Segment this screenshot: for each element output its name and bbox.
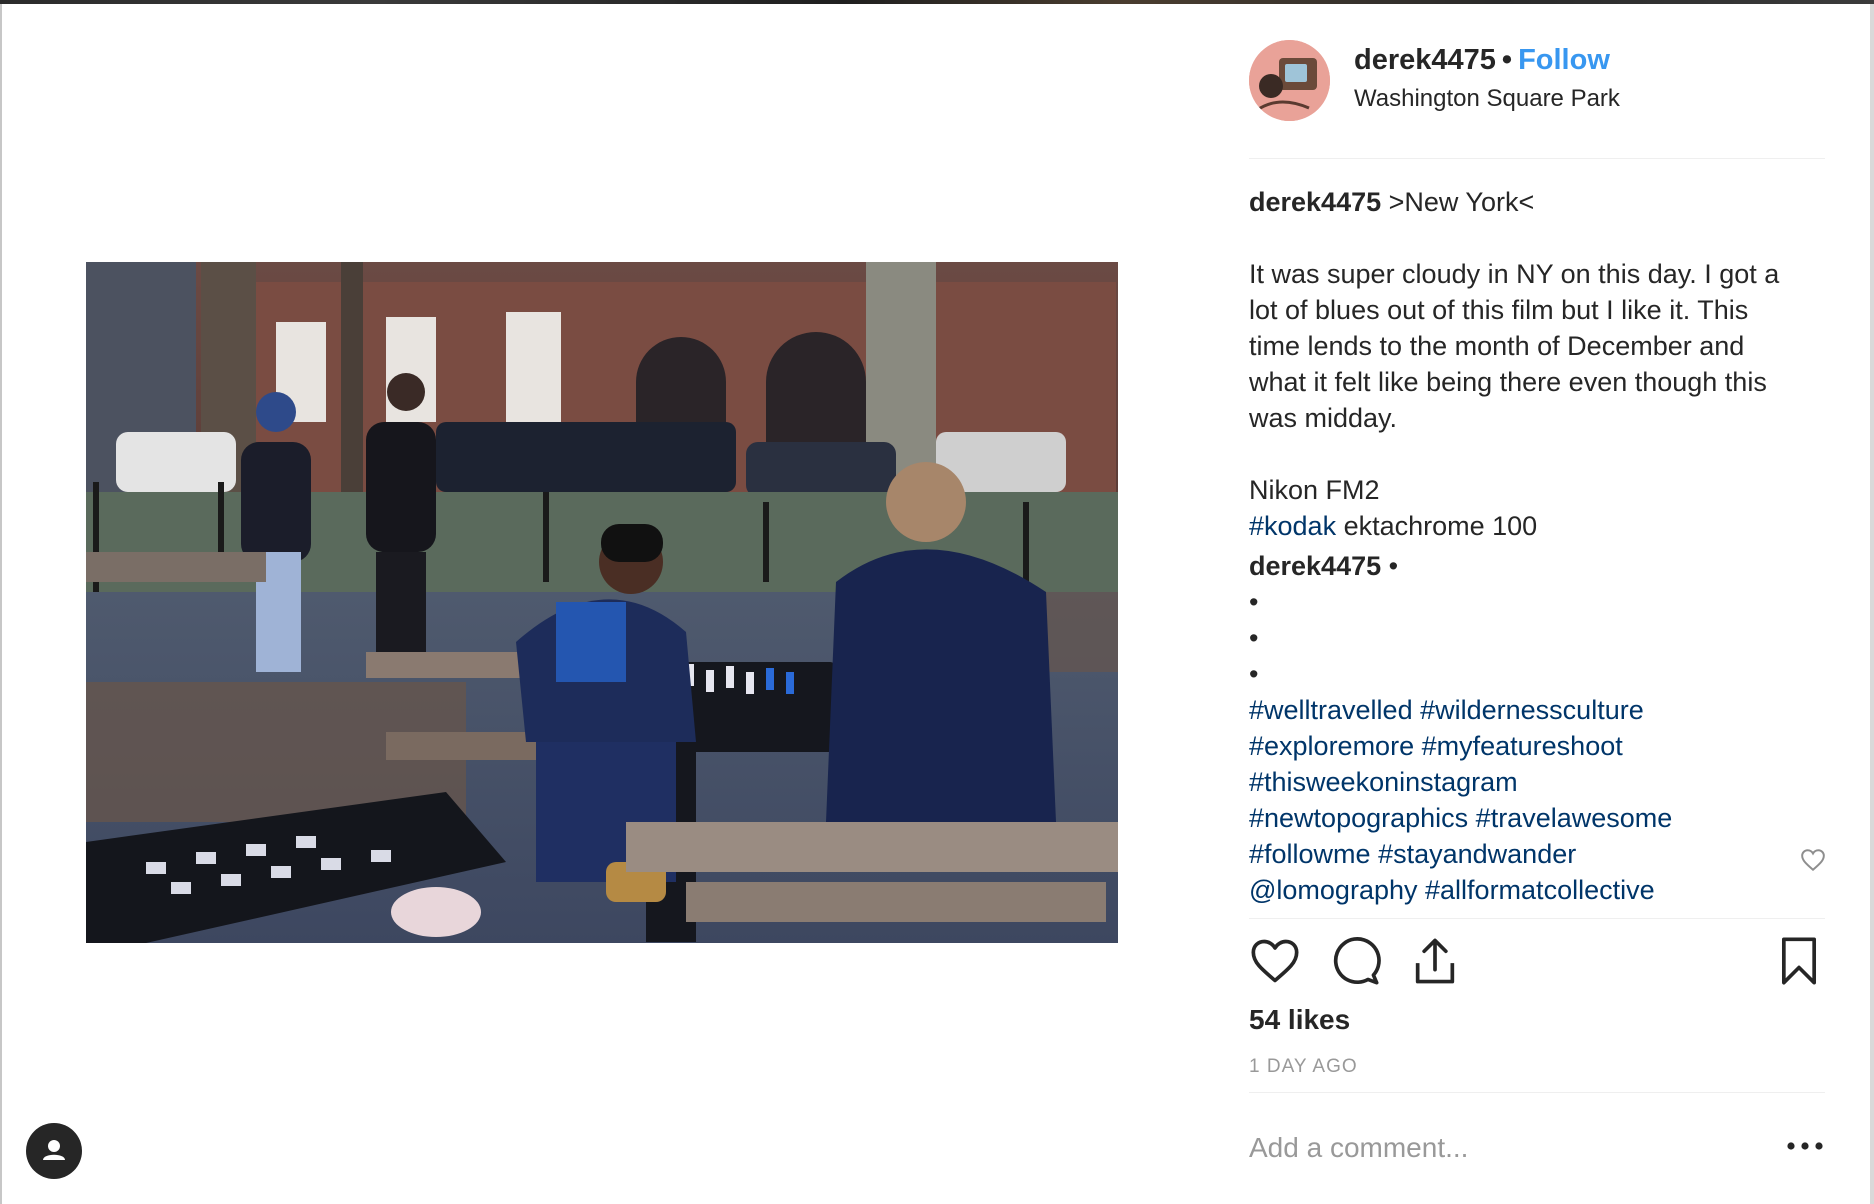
hashtag-link[interactable]: #myfeatureshoot bbox=[1422, 731, 1623, 761]
hashtag-link[interactable]: #followme bbox=[1249, 839, 1371, 869]
avatar[interactable] bbox=[1249, 40, 1330, 121]
post-header: derek4475 • Follow bbox=[1354, 44, 1610, 77]
post-sidebar: derek4475 • Follow Washington Square Park … bbox=[1249, 0, 1825, 1204]
caption-username[interactable]: derek4475 bbox=[1249, 187, 1381, 217]
action-bar bbox=[1249, 935, 1825, 991]
caption-line: what it felt like being there even thoug… bbox=[1249, 367, 1767, 397]
username-link[interactable]: derek4475 bbox=[1354, 44, 1496, 76]
caption-line: It was super cloudy in NY on this day. I… bbox=[1249, 259, 1780, 289]
follow-button[interactable]: Follow bbox=[1518, 44, 1610, 76]
speech-bubble-icon[interactable] bbox=[1329, 935, 1381, 987]
comment-username[interactable]: derek4475 bbox=[1249, 551, 1381, 581]
hashtag-line: #thisweekoninstagram bbox=[1249, 764, 1825, 800]
caption-camera: Nikon FM2 bbox=[1249, 475, 1380, 505]
header-divider bbox=[1249, 158, 1825, 159]
hashtag-link[interactable]: #welltravelled bbox=[1249, 695, 1413, 725]
caption-film-line: #kodak ektachrome 100 bbox=[1249, 508, 1825, 544]
mention-link[interactable]: @lomography bbox=[1249, 875, 1418, 905]
avatar-image bbox=[1249, 40, 1330, 121]
caption-block: derek4475 >New York< It was super cloudy… bbox=[1249, 184, 1825, 908]
hashtag-link[interactable]: #allformatcollective bbox=[1425, 875, 1655, 905]
hashtag-line: #followme #stayandwander bbox=[1249, 836, 1825, 872]
caption-line: lot of blues out of this film but I like… bbox=[1249, 295, 1749, 325]
hashtag-link[interactable]: #stayandwander bbox=[1378, 839, 1576, 869]
account-button[interactable] bbox=[26, 1123, 82, 1179]
comment-bullet: • bbox=[1249, 659, 1259, 689]
hashtag-line: #welltravelled #wildernessculture bbox=[1249, 692, 1825, 728]
comment-bullet: • bbox=[1249, 587, 1259, 617]
comment-like-heart-icon[interactable] bbox=[1800, 848, 1826, 872]
bookmark-icon[interactable] bbox=[1773, 935, 1825, 987]
caption-line: was midday. bbox=[1249, 403, 1398, 433]
comment-bullet: • bbox=[1388, 551, 1399, 581]
hashtag-link[interactable]: #newtopographics bbox=[1249, 803, 1468, 833]
hashtag-link[interactable]: #exploremore bbox=[1249, 731, 1414, 761]
hashtag-line: #newtopographics #travelawesome bbox=[1249, 800, 1825, 836]
caption-film-text: ektachrome 100 bbox=[1336, 511, 1538, 541]
post-timestamp: 1 DAY AGO bbox=[1249, 1056, 1358, 1077]
comment-bullet: • bbox=[1249, 623, 1259, 653]
hashtag-link[interactable]: #travelawesome bbox=[1476, 803, 1673, 833]
hashtag-line: #exploremore #myfeatureshoot bbox=[1249, 728, 1825, 764]
modal-edge bbox=[1870, 4, 1874, 1204]
caption-title-line: derek4475 >New York< bbox=[1249, 184, 1825, 220]
comment-divider bbox=[1249, 1092, 1825, 1093]
post-photo[interactable] bbox=[86, 262, 1118, 943]
heart-icon[interactable] bbox=[1249, 935, 1301, 987]
likes-count[interactable]: 54 likes bbox=[1249, 1004, 1350, 1036]
hashtag-line: @lomography #allformatcollective bbox=[1249, 872, 1825, 908]
ellipsis-icon[interactable] bbox=[1785, 1136, 1825, 1156]
chess-park-photo bbox=[86, 262, 1118, 943]
caption-line: time lends to the month of December and bbox=[1249, 331, 1745, 361]
comment-header-line: derek4475 • bbox=[1249, 548, 1825, 584]
actions-divider bbox=[1249, 918, 1825, 919]
location-link[interactable]: Washington Square Park bbox=[1354, 85, 1620, 113]
separator-dot: • bbox=[1501, 44, 1513, 76]
hashtag-link[interactable]: #thisweekoninstagram bbox=[1249, 767, 1518, 797]
user-icon bbox=[43, 1140, 65, 1160]
caption-title: >New York< bbox=[1388, 187, 1535, 217]
hashtag-link[interactable]: #kodak bbox=[1249, 511, 1336, 541]
hashtag-link[interactable]: #wildernessculture bbox=[1420, 695, 1644, 725]
share-icon[interactable] bbox=[1409, 935, 1461, 987]
comment-input[interactable] bbox=[1249, 1128, 1769, 1168]
